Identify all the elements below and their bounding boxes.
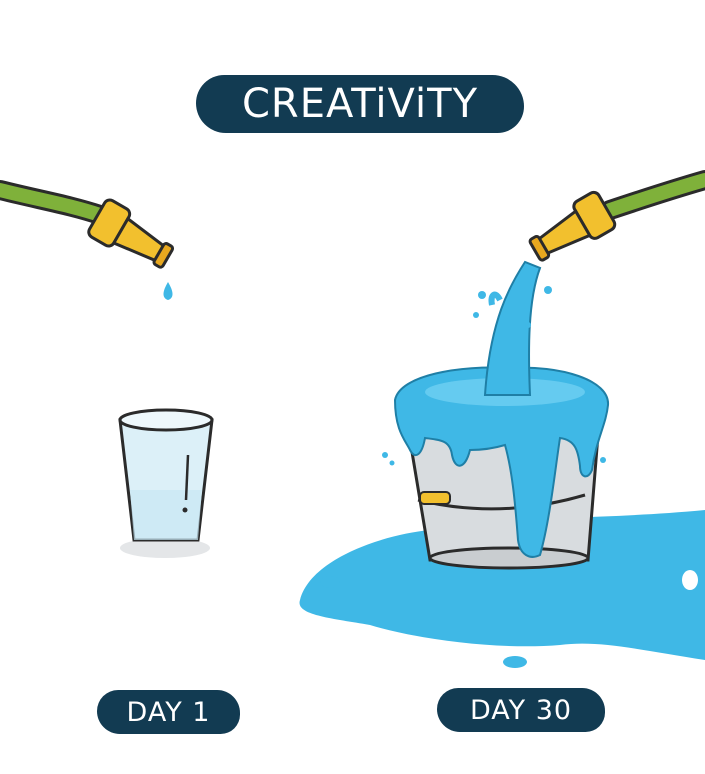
hose-left-icon: [0, 180, 175, 300]
bucket-icon: [382, 260, 610, 570]
hose-right-icon: [528, 170, 705, 262]
day-30-label: DAY 30: [437, 688, 605, 732]
day-1-label: DAY 1: [97, 690, 240, 734]
glass-icon: [118, 408, 214, 558]
day-30-text: DAY 30: [469, 694, 573, 726]
day-1-text: DAY 1: [126, 696, 211, 728]
title-text: CREATiViTY: [241, 81, 479, 127]
title-badge: CREATiViTY: [196, 75, 524, 133]
